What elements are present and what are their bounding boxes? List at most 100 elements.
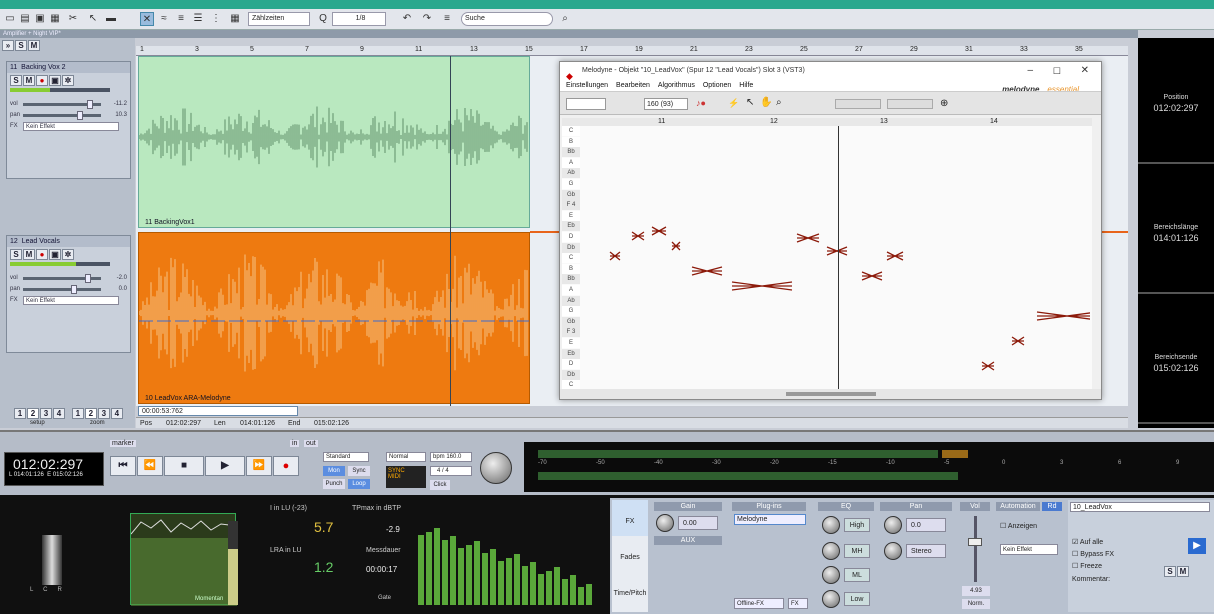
plugin-slot-1[interactable]: Melodyne [734,514,806,525]
range-tool-icon[interactable]: ▬ [104,12,118,26]
tempo-field[interactable]: 160 (93) [644,98,688,110]
in-button[interactable]: in [290,440,300,447]
expand-button[interactable]: » [2,40,14,51]
menu-algorithmus[interactable]: Algorithmus [658,82,695,89]
volume-fader[interactable] [968,538,982,546]
play-channel-button[interactable]: ▶ [1188,538,1206,554]
tab-time-pitch[interactable]: Time/Pitch [612,572,648,608]
eq-ml-button[interactable]: ML [844,568,870,582]
mode-select[interactable]: Standard [323,452,369,462]
settings-icon[interactable]: ✲ [62,249,74,260]
solo-button[interactable]: S [10,249,22,260]
mute-button[interactable]: M [23,75,35,86]
eq-low-knob[interactable] [822,590,840,608]
global-mute-button[interactable]: M [28,40,40,51]
melodyne-window[interactable]: ◆ Melodyne - Objekt "10_LeadVox" (Spur 12… [559,61,1102,400]
new-file-icon[interactable]: ▭ [3,12,17,26]
save-icon[interactable]: ▣ [33,12,47,26]
pointer-tool-icon[interactable]: ↖ [86,12,100,26]
gain-knob[interactable] [656,514,674,532]
hand-icon[interactable]: ✋ [760,97,772,108]
loop-button[interactable]: Loop [348,479,370,489]
tab-fades[interactable]: Fades [612,536,648,572]
melodyne-scrollbar[interactable] [560,389,1101,399]
pitch-tool-icon[interactable]: ♪● [696,98,706,108]
undo-icon[interactable]: ↶ [400,12,414,26]
eq-mh-knob[interactable] [822,542,840,560]
quantize-select[interactable]: 1/8 [332,12,386,26]
menu-hilfe[interactable]: Hilfe [739,82,753,89]
marker-button[interactable]: marker [110,440,136,447]
param-field-1[interactable] [835,99,881,109]
gain-value[interactable]: 0.00 [678,516,718,530]
norm-button[interactable]: Norm. [962,599,990,609]
stop-button[interactable]: ■ [164,456,204,476]
list-icon[interactable]: ☰ [191,12,205,26]
len-value[interactable]: 014:01:126 [240,418,275,429]
note-editor[interactable]: C B Bb A Ab G Gb F 4 E Eb D Db C B Bb A Ab G Gb F 3 E Eb D Db C [562,126,1092,392]
monitor-button[interactable]: ▣ [49,75,61,86]
cut-icon[interactable]: ✂ [66,12,80,26]
clip-lead-vox[interactable]: 10 LeadVox ARA-Melodyne [138,232,530,404]
tab-fx[interactable]: FX [612,500,648,536]
grid-snap-icon[interactable]: ▦ [228,12,242,26]
redo-icon[interactable]: ↷ [420,12,434,26]
pan-value[interactable]: 0.0 [906,518,946,532]
anzeigen-checkbox[interactable]: ☐ Anzeigen [1000,522,1037,530]
zoom-icon[interactable]: ⌕ [776,97,782,108]
mute-button[interactable]: M [23,249,35,260]
x-tool-icon[interactable]: ✕ [140,12,154,26]
snap-select[interactable]: Zählzeiten [248,12,310,26]
freeze-checkbox[interactable]: ☐ Freeze [1072,562,1102,570]
click-button[interactable]: Click [430,480,450,490]
export-icon[interactable]: ▦ [48,12,62,26]
quantize-icon[interactable]: Q [316,12,330,26]
timecode-field[interactable]: 00:00:53:762 [138,406,298,416]
sync-button[interactable]: Sync [348,466,370,476]
track-lead-vocals[interactable]: 12 Lead Vocals S M ● ▣ ✲ vol -2.0 pan 0.0 FX Ke… [6,235,131,353]
normal-select[interactable]: Normal [386,452,426,462]
time-display[interactable]: 012:02:297 L 014:01:126 E 015:02:126 [4,452,104,486]
pos-value[interactable]: 012:02:297 [166,418,201,429]
jog-wheel[interactable] [480,452,512,484]
search-input[interactable]: Suche [461,12,553,26]
param-field-2[interactable] [887,99,933,109]
eq-mh-button[interactable]: MH [844,544,870,558]
channel-solo-button[interactable]: S [1164,566,1176,577]
bpm-field[interactable]: bpm 160.0 [430,452,472,462]
pan-knob[interactable] [884,516,902,534]
rewind-start-button[interactable]: ⏮ [110,456,136,476]
settings-icon[interactable]: ✲ [62,75,74,86]
record-button[interactable]: ● [273,456,299,476]
mon-button[interactable]: Mon [323,466,345,476]
stereo-knob[interactable] [884,542,902,560]
menu-bearbeiten[interactable]: Bearbeiten [616,82,650,89]
effect-select[interactable]: Kein Effekt [23,122,119,131]
vol-value[interactable]: 4.93 [962,586,990,596]
channel-name[interactable]: 10_LeadVox [1070,502,1210,512]
maximize-icon[interactable]: ☐ [1053,62,1061,80]
stereo-button[interactable]: Stereo [906,544,946,558]
melodyne-ruler[interactable]: 11 12 13 14 [562,118,1092,126]
monitor-button[interactable]: ▣ [49,249,61,260]
note-tool-icon[interactable]: ⚡ [728,98,739,109]
search-icon[interactable]: ⌕ [558,12,572,26]
grid-icon[interactable]: ⋮ [209,12,223,26]
end-value[interactable]: 015:02:126 [314,418,349,429]
track-name[interactable]: Backing Vox 2 [21,64,65,71]
track-backing-vox[interactable]: 11 Backing Vox 2 S M ● ▣ ✲ vol -11.2 pan 10.3 … [6,61,131,179]
forward-button[interactable]: ⏩ [246,456,272,476]
eq-low-button[interactable]: Low [844,592,870,606]
bypass-checkbox[interactable]: ☐ Bypass FX [1072,550,1114,558]
solo-button[interactable]: S [10,75,22,86]
menu-optionen[interactable]: Optionen [703,82,731,89]
timeline-ruler[interactable]: 1 3 5 7 9 11 13 15 17 19 21 23 25 27 29 31 33 35 [136,46,1128,56]
close-icon[interactable]: ✕ [1081,62,1089,80]
track-name[interactable]: Lead Vocals [22,238,60,245]
record-button[interactable]: ● [36,75,48,86]
eq-high-knob[interactable] [822,516,840,534]
snap-icon[interactable]: ⊕ [940,98,948,109]
pointer-icon[interactable]: ↖ [746,97,754,108]
history-icon[interactable]: ≡ [440,12,454,26]
punch-button[interactable]: Punch [323,479,345,489]
